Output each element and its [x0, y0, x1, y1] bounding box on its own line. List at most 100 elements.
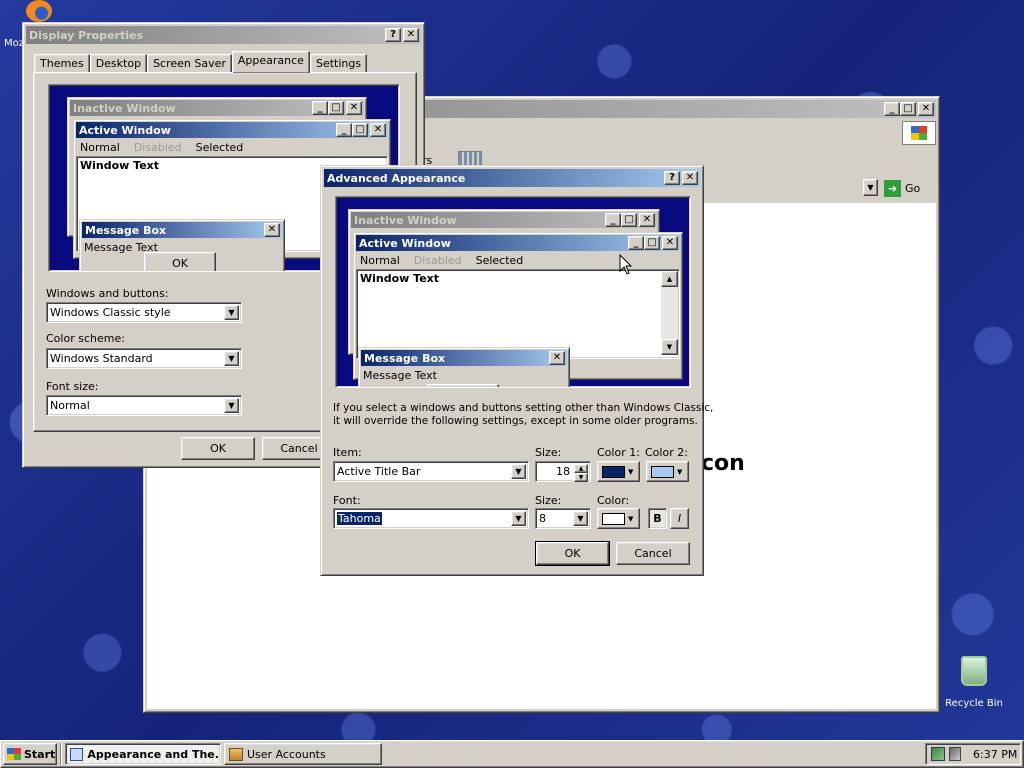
close-icon: ✕ [370, 123, 386, 137]
tab-desktop[interactable]: Desktop [89, 54, 148, 73]
tab-screen-saver[interactable]: Screen Saver [147, 54, 232, 73]
chevron-down-icon: ▼ [628, 467, 634, 476]
preview-menu-selected[interactable]: Selected [476, 254, 524, 267]
minimize-icon: _ [312, 101, 328, 115]
address-dropdown-button[interactable]: ▼ [863, 179, 878, 196]
advanced-appearance-dialog: Advanced Appearance ? ✕ Inactive Window … [320, 165, 713, 576]
chevron-down-icon[interactable]: ▼ [573, 511, 588, 526]
chevron-down-icon[interactable]: ▼ [224, 351, 239, 366]
recycle-bin-label: Recycle Bin [945, 698, 1003, 709]
maximize-icon: □ [352, 123, 368, 137]
item-select[interactable]: Active Title Bar ▼ [333, 461, 529, 482]
tab-themes[interactable]: Themes [34, 54, 90, 73]
font-size-select[interactable]: 8 ▼ [535, 508, 591, 529]
taskbar-button-user-accounts[interactable]: User Accounts [224, 743, 382, 765]
close-button[interactable]: ✕ [918, 102, 934, 116]
display-properties-titlebar: Display Properties ? ✕ [26, 26, 421, 44]
taskbar-button-label: User Accounts [247, 747, 326, 761]
taskbar-button-appearance[interactable]: Appearance and The... [65, 743, 221, 765]
font-color-button[interactable]: ▼ [597, 508, 640, 529]
preview-message-box[interactable]: Message Box ✕ Message Text OK [358, 347, 570, 387]
help-button[interactable]: ? [664, 171, 680, 185]
preview-message-box-title: Message Box [364, 351, 446, 365]
minimize-button[interactable]: _ [884, 102, 900, 116]
close-icon: ✕ [639, 213, 655, 227]
color1-swatch [602, 465, 625, 478]
advanced-preview: Inactive Window _ □ ✕ Active Window _ □ … [335, 196, 691, 388]
tab-strip: Themes Desktop Screen Saver Appearance S… [34, 51, 368, 73]
chevron-down-icon[interactable]: ▼ [511, 464, 526, 479]
taskbar-button-label: Appearance and The... [87, 747, 220, 761]
color1-button[interactable]: ▼ [597, 461, 640, 482]
preview-menu-normal[interactable]: Normal [360, 254, 400, 267]
preview-menu-normal: Normal [80, 140, 120, 154]
firefox-icon-label: Moz [4, 38, 24, 49]
preview-menu-disabled: Disabled [133, 140, 182, 154]
preview-menu-disabled[interactable]: Disabled [414, 254, 462, 267]
font-color-label: Color: [597, 494, 630, 507]
preview-window-text[interactable]: Window Text [360, 272, 439, 285]
volume-icon[interactable] [949, 747, 961, 761]
taskbar: Start Appearance and The... User Account… [0, 740, 1024, 768]
firefox-icon [26, 0, 52, 22]
bold-button[interactable]: B [648, 508, 667, 529]
clock[interactable]: 6:37 PM [973, 748, 1017, 761]
spin-up-icon[interactable]: ▲ [574, 464, 588, 473]
close-button[interactable]: ✕ [403, 28, 419, 42]
go-button[interactable]: ➜ Go [884, 179, 930, 197]
recycle-bin-icon [961, 656, 987, 686]
chevron-down-icon[interactable]: ▼ [224, 398, 239, 413]
color1-label: Color 1: [597, 446, 640, 459]
font-value: Tahoma [337, 512, 382, 525]
color-scheme-label: Color scheme: [46, 332, 125, 345]
font-size-value: 8 [539, 512, 546, 525]
preview-scrollbar[interactable]: ▲ ▼ [661, 271, 678, 355]
windows-buttons-value: Windows Classic style [50, 306, 171, 319]
preview-inactive-title: Inactive Window [354, 213, 457, 227]
mouse-cursor-icon [619, 254, 633, 275]
minimize-icon: _ [605, 213, 621, 227]
minimize-icon: _ [628, 236, 644, 250]
close-icon: ✕ [264, 223, 280, 237]
ok-button[interactable]: OK [535, 541, 610, 566]
item-size-spinner[interactable]: 18 ▲ ▼ [535, 461, 591, 482]
tab-settings[interactable]: Settings [309, 54, 368, 73]
maximize-icon: □ [621, 213, 637, 227]
network-icon[interactable] [931, 747, 945, 761]
chevron-down-icon[interactable]: ▼ [224, 305, 239, 320]
preview-window-text: Window Text [80, 159, 160, 172]
windows-buttons-select[interactable]: Windows Classic style ▼ [46, 302, 242, 323]
close-icon: ✕ [346, 101, 362, 115]
advanced-appearance-titlebar: Advanced Appearance ? ✕ [324, 169, 700, 187]
maximize-button[interactable]: □ [900, 102, 916, 116]
spin-down-icon[interactable]: ▼ [574, 473, 588, 482]
font-size-select[interactable]: Normal ▼ [46, 395, 242, 416]
color2-swatch [651, 465, 674, 478]
go-label: Go [905, 181, 921, 195]
color2-label: Color 2: [645, 446, 688, 459]
item-value: Active Title Bar [337, 465, 421, 478]
chevron-down-icon[interactable]: ▼ [511, 511, 526, 526]
font-select[interactable]: Tahoma ▼ [333, 508, 529, 529]
italic-button[interactable]: I [670, 508, 689, 529]
preview-active-titlebar[interactable]: Active Window _ □ ✕ [356, 235, 680, 251]
tab-appearance[interactable]: Appearance [231, 51, 310, 73]
maximize-icon: □ [328, 101, 344, 115]
ok-button[interactable]: OK [181, 437, 255, 460]
color-scheme-select[interactable]: Windows Standard ▼ [46, 348, 242, 369]
color2-button[interactable]: ▼ [646, 461, 689, 482]
recycle-bin-desktop-icon[interactable]: Recycle Bin [944, 656, 1004, 712]
help-button[interactable]: ? [385, 28, 401, 42]
display-settings-icon [70, 747, 84, 761]
close-button[interactable]: ✕ [682, 171, 698, 185]
font-size-label: Font size: [46, 380, 99, 393]
start-button[interactable]: Start [3, 743, 57, 765]
close-icon: ✕ [662, 236, 678, 250]
minimize-icon: _ [336, 123, 352, 137]
preview-ok-button[interactable]: OK [427, 384, 499, 387]
dialog-title: Display Properties [29, 28, 144, 42]
firefox-desktop-icon[interactable] [22, 0, 56, 24]
cancel-button[interactable]: Cancel [616, 542, 690, 565]
preview-ok-button: OK [144, 252, 216, 271]
font-label: Font: [333, 494, 361, 507]
